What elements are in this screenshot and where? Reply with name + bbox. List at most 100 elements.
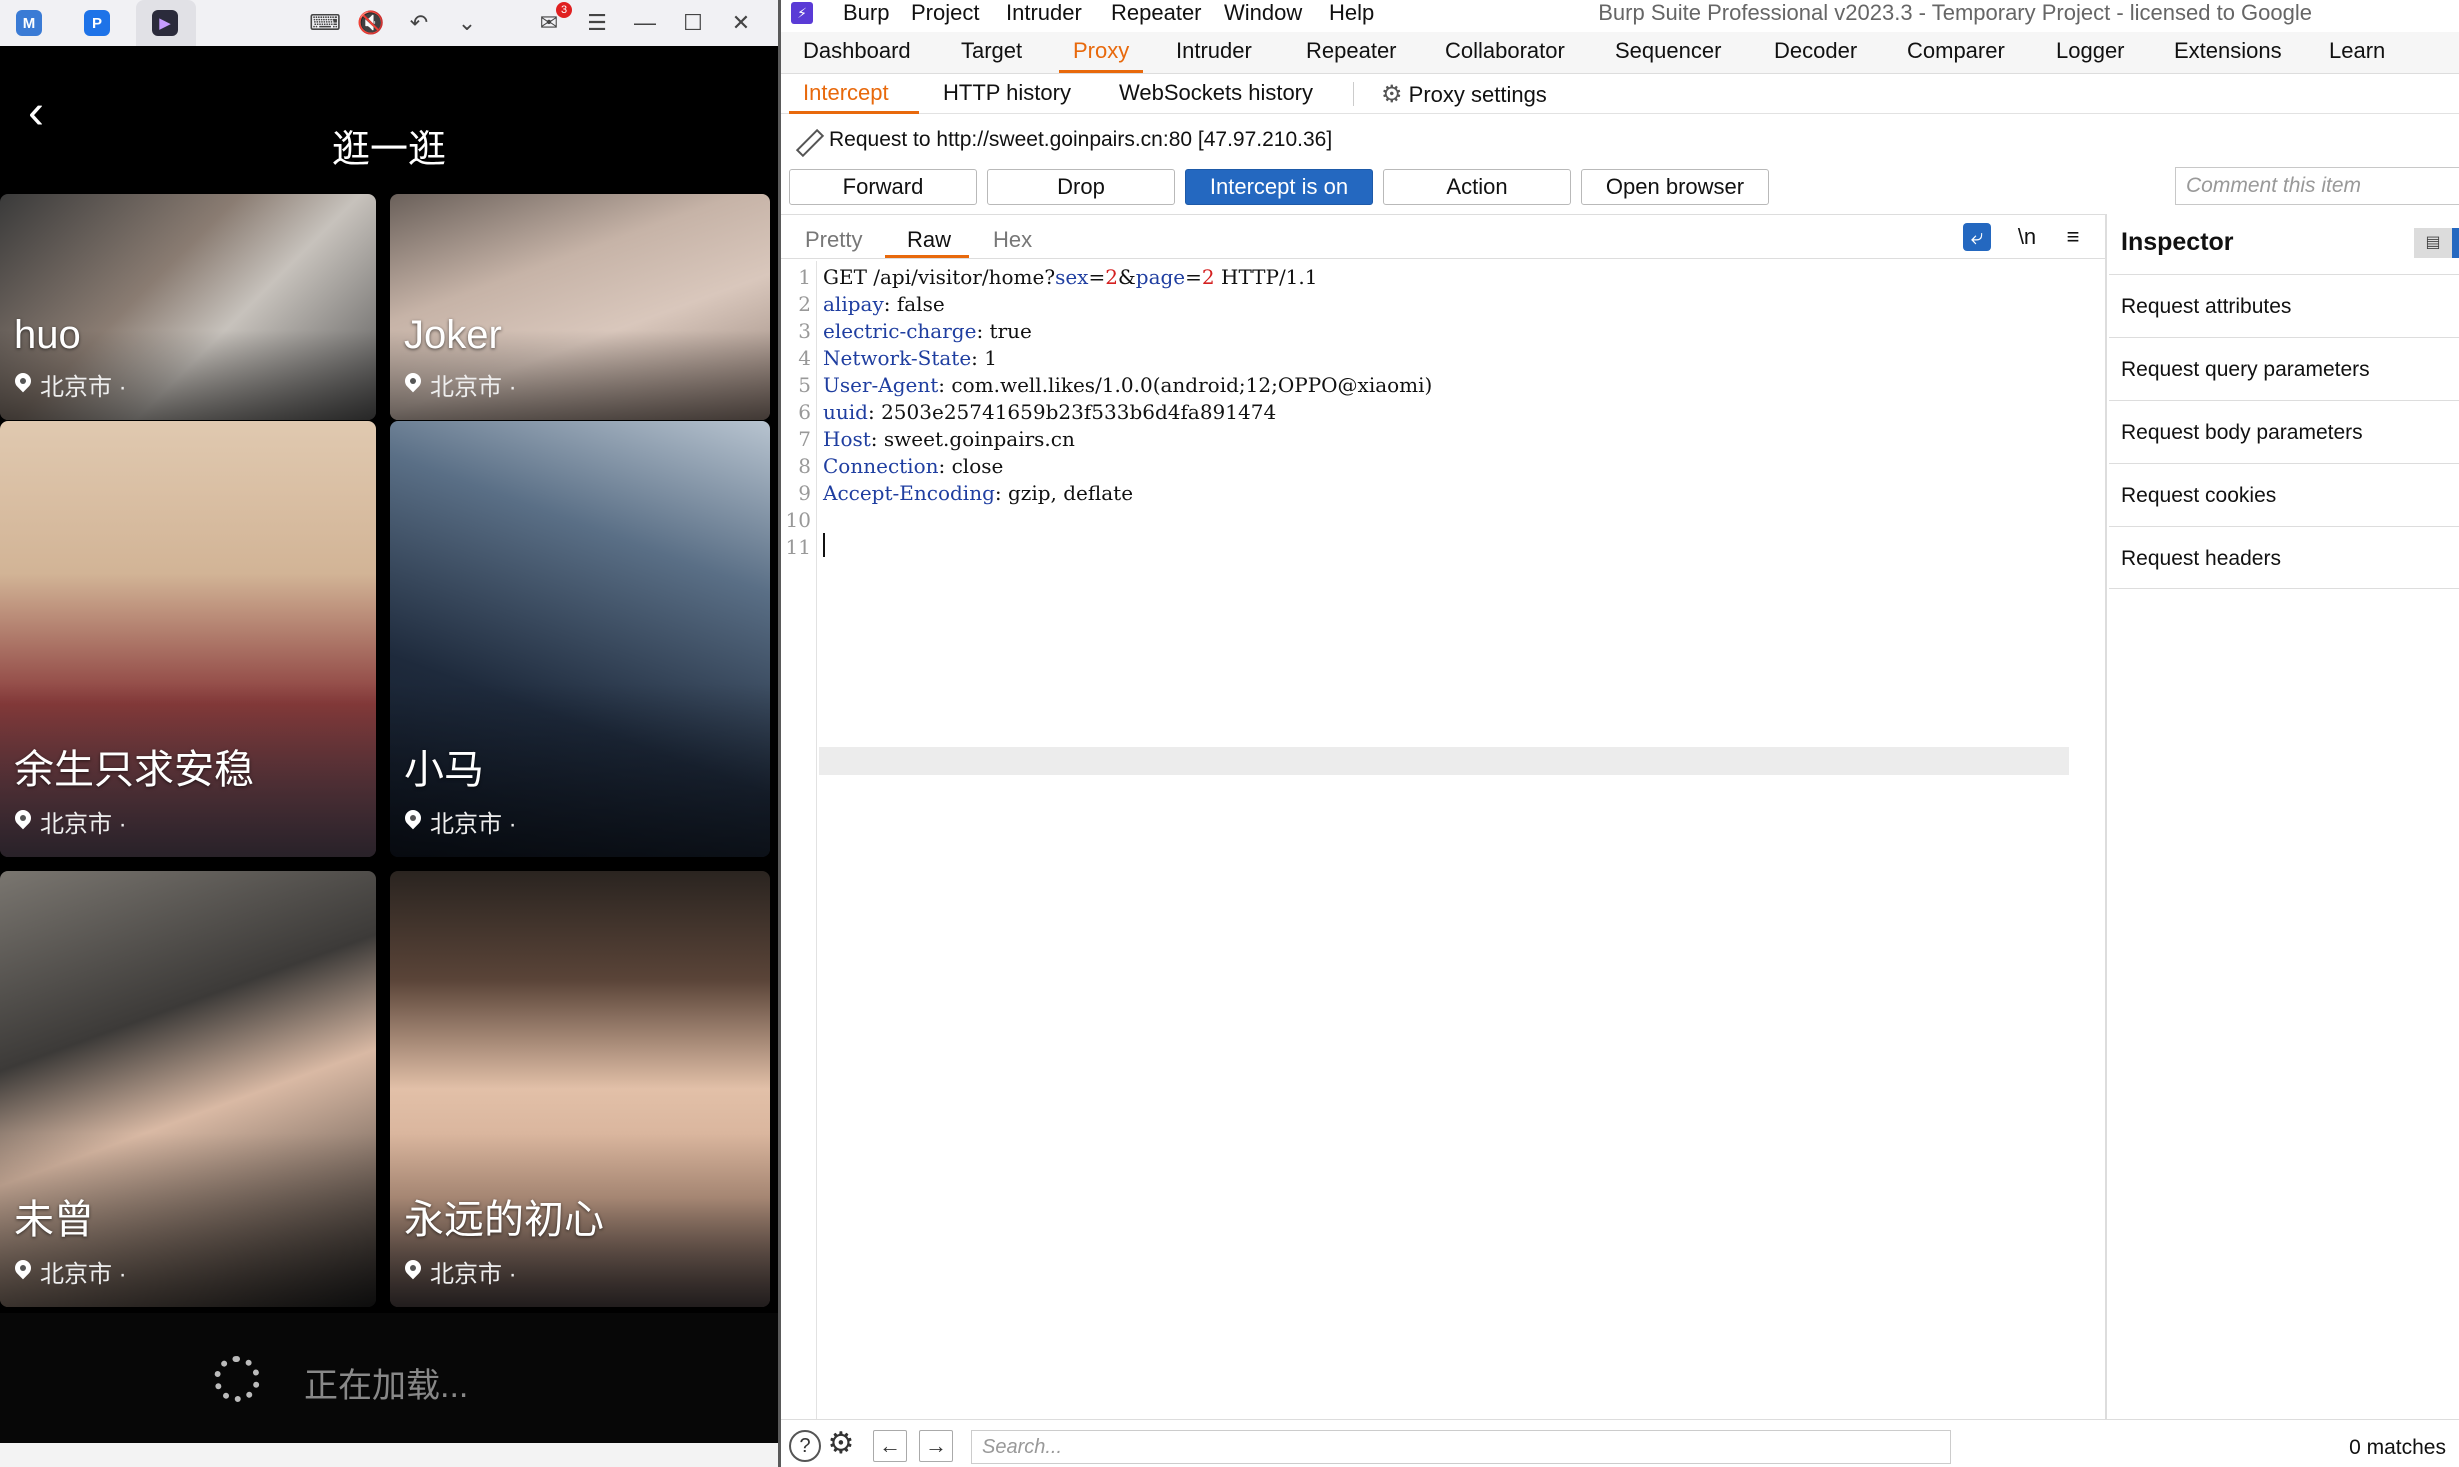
profile-card[interactable]: Joker 北京市 · [390,194,770,420]
profile-location: 北京市 · [14,367,127,402]
profile-location: 北京市 · [14,804,127,839]
notification-badge: 3 [556,2,572,18]
menu-repeater[interactable]: Repeater [1111,0,1202,26]
tab-pretty[interactable]: Pretty [805,227,862,253]
inspector-request-cookies[interactable]: Request cookies [2109,463,2459,526]
tab-collaborator[interactable]: Collaborator [1445,38,1565,64]
action-button[interactable]: Action [1383,169,1571,205]
line-number: 7 [798,427,811,451]
tab-proxy[interactable]: Proxy [1073,38,1129,64]
tab-decoder[interactable]: Decoder [1774,38,1857,64]
profile-card[interactable]: huo 北京市 · [0,194,376,420]
tab-sequencer[interactable]: Sequencer [1615,38,1721,64]
profile-card[interactable]: 余生只求安稳 北京市 · [0,421,376,857]
tab-learn[interactable]: Learn [2329,38,2385,64]
request-line[interactable]: GET /api/visitor/home?sex=2&page=2 HTTP/… [823,265,1318,289]
app-icon-m[interactable]: M [16,10,42,36]
tab-hex[interactable]: Hex [993,227,1032,253]
close-icon[interactable]: ✕ [726,8,756,38]
line-number: 2 [798,292,811,316]
wrap-lines-icon[interactable]: ⤶ [1963,223,1991,251]
maximize-icon[interactable]: ☐ [678,8,708,38]
header-line[interactable]: electric-charge: true [823,319,1032,343]
location-pin-icon [404,373,422,397]
profile-location: 北京市 · [404,367,517,402]
tab-logger[interactable]: Logger [2056,38,2125,64]
search-input[interactable]: Search... [971,1430,1951,1464]
request-target: Request to http://sweet.goinpairs.cn:80 … [791,126,1332,154]
open-browser-button[interactable]: Open browser [1581,169,1769,205]
tab-proxy-underline [1059,70,1143,73]
header-line[interactable]: Connection: close [823,454,1003,478]
app-icon-active[interactable]: ▶ [152,10,178,36]
header-line[interactable]: Network-State: 1 [823,346,997,370]
inspector-request-body-parameters[interactable]: Request body parameters [2109,400,2459,463]
profile-name: 余生只求安稳 [14,748,254,792]
request-target-text: Request to http://sweet.goinpairs.cn:80 … [829,128,1333,151]
line-number: 8 [798,454,811,478]
settings-gear-icon[interactable]: ⚙ [825,1429,857,1462]
header-line[interactable]: uuid: 2503e25741659b23f533b6d4fa891474 [823,400,1276,424]
profile-card[interactable]: 未曾 北京市 · [0,871,376,1307]
header-line[interactable]: alipay: false [823,292,945,316]
show-newlines-toggle[interactable]: \n [2013,223,2041,251]
comment-field[interactable]: Comment this item [2175,167,2459,205]
tab-dashboard[interactable]: Dashboard [803,38,911,64]
undo-icon[interactable]: ↶ [404,8,434,38]
next-match-button[interactable]: → [919,1430,953,1462]
forward-button[interactable]: Forward [789,169,977,205]
keyboard-icon[interactable]: ⌨ [309,8,341,38]
app-icon-p[interactable]: P [84,10,110,36]
profile-location: 北京市 · [404,804,517,839]
profile-name: 永远的初心 [404,1198,604,1242]
inspector-request-attributes[interactable]: Request attributes [2109,274,2459,337]
profile-name: 小马 [404,748,484,792]
message-editor: Pretty Raw Hex ⤶ \n ≡ 1 2 3 4 5 6 7 8 9 … [781,214,2107,1419]
subtab-proxy-settings[interactable]: ⚙ Proxy settings [1381,80,1547,109]
menu-intruder[interactable]: Intruder [1006,0,1082,26]
tab-target[interactable]: Target [961,38,1022,64]
tab-comparer[interactable]: Comparer [1907,38,2005,64]
subtab-websockets-history[interactable]: WebSockets history [1119,80,1313,106]
emulator-toolbar: M P ▶ ⌨ 🔇 ↶ ⌄ ✉ 3 ☰ — ☐ ✕ [0,0,778,46]
drop-button[interactable]: Drop [987,169,1175,205]
help-icon[interactable]: ? [789,1430,821,1462]
tab-repeater[interactable]: Repeater [1306,38,1397,64]
line-number: 11 [785,535,811,559]
inspector-layout-toggle[interactable]: ▤ [2414,228,2459,258]
intercept-toggle-button[interactable]: Intercept is on [1185,169,1373,205]
inspector-request-headers[interactable]: Request headers [2109,526,2459,589]
tab-extensions[interactable]: Extensions [2174,38,2282,64]
line-number: 4 [798,346,811,370]
tab-intruder[interactable]: Intruder [1176,38,1252,64]
subtab-intercept[interactable]: Intercept [803,80,889,106]
menu-project[interactable]: Project [911,0,979,26]
menu-window[interactable]: Window [1224,0,1302,26]
editor-menu-icon[interactable]: ≡ [2059,223,2087,251]
chevron-down-icon[interactable]: ⌄ [452,8,482,38]
tab-raw[interactable]: Raw [907,227,951,253]
location-pin-icon [14,810,32,834]
pencil-icon[interactable] [791,126,819,154]
profile-name: Joker [404,313,502,357]
menu-icon[interactable]: ☰ [582,8,612,38]
location-pin-icon [14,373,32,397]
minimize-icon[interactable]: — [630,8,660,38]
header-line[interactable]: Accept-Encoding: gzip, deflate [823,481,1133,505]
window-title: Burp Suite Professional v2023.3 - Tempor… [1598,0,2312,25]
menu-help[interactable]: Help [1329,0,1374,26]
mute-icon[interactable]: 🔇 [356,8,386,38]
profile-card[interactable]: 小马 北京市 · [390,421,770,857]
header-line[interactable]: User-Agent: com.well.likes/1.0.0(android… [823,373,1432,397]
profile-location: 北京市 · [404,1254,517,1289]
emulator-window: M P ▶ ⌨ 🔇 ↶ ⌄ ✉ 3 ☰ — ☐ ✕ 60 ‹ 逛一逛 huo 北… [0,0,778,1467]
location-pin-icon [404,1260,422,1284]
previous-match-button[interactable]: ← [873,1430,907,1462]
inspector-title: Inspector [2121,228,2234,256]
menu-burp[interactable]: Burp [843,0,889,26]
subtab-http-history[interactable]: HTTP history [943,80,1071,106]
inspector-request-query-parameters[interactable]: Request query parameters [2109,337,2459,400]
gear-icon: ⚙ [1381,81,1403,108]
header-line[interactable]: Host: sweet.goinpairs.cn [823,427,1075,451]
profile-card[interactable]: 永远的初心 北京市 · [390,871,770,1307]
